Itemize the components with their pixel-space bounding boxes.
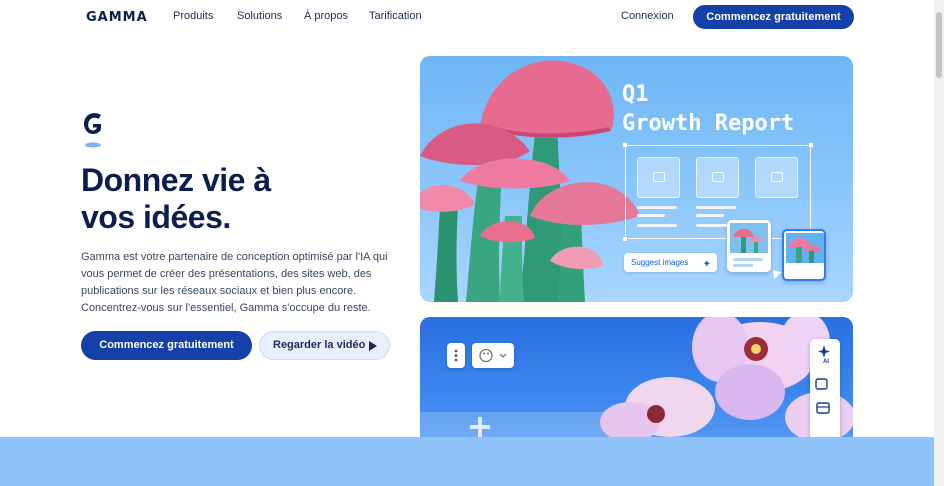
theme-palette-dropdown[interactable]	[472, 343, 514, 368]
suggested-image-thumb-selected[interactable]	[782, 229, 826, 281]
image-placeholder	[637, 157, 680, 198]
showcase-card-growth-report: Q1 Growth Report Suggest images ✦	[420, 56, 853, 302]
text-line	[637, 214, 665, 217]
orchid-illustration	[420, 317, 853, 447]
growth-report-title-line1: Q1	[622, 82, 649, 107]
text-line	[637, 206, 677, 209]
side-toolbar-icons	[815, 345, 830, 414]
bottom-band	[0, 437, 934, 486]
site-header: GAMMA Produits Solutions À propos Tarifi…	[0, 0, 944, 34]
nav-tarification[interactable]: Tarification	[369, 10, 422, 22]
image-placeholder	[755, 157, 798, 198]
image-icon	[653, 172, 665, 182]
ai-badge: AI	[823, 359, 829, 365]
suggested-image-thumb[interactable]	[727, 220, 771, 272]
hero-title-line2: vos idées.	[81, 199, 231, 235]
gamma-g-icon	[83, 113, 101, 148]
scrollbar-thumb[interactable]	[936, 12, 942, 78]
login-link[interactable]: Connexion	[621, 10, 674, 22]
editor-side-toolbar: AI	[810, 339, 840, 447]
image-icon	[712, 172, 724, 182]
watch-video-label: Regarder la vidéo	[273, 339, 366, 351]
hero-description: Gamma est votre partenaire de conception…	[81, 251, 388, 314]
resize-handle[interactable]	[622, 142, 628, 148]
gamma-logo[interactable]: GAMMA	[86, 10, 148, 25]
image-icon	[771, 172, 783, 182]
suggest-images-button[interactable]: Suggest images ✦	[624, 253, 717, 272]
image-placeholder	[696, 157, 739, 198]
nav-solutions[interactable]: Solutions	[237, 10, 282, 22]
play-icon	[369, 341, 377, 351]
growth-report-title: Q1 Growth Report	[622, 80, 794, 138]
hero-title: Donnez vie à vos idées.	[81, 162, 381, 236]
nav-produits[interactable]: Produits	[173, 10, 213, 22]
text-line	[696, 214, 724, 217]
hero-cta-button[interactable]: Commencez gratuitement	[81, 331, 252, 360]
hero-title-line1: Donnez vie à	[81, 162, 271, 198]
watch-video-button[interactable]: Regarder la vidéo	[259, 331, 390, 360]
resize-handle[interactable]	[622, 236, 628, 242]
resize-handle[interactable]	[808, 142, 814, 148]
suggest-images-label: Suggest images	[631, 258, 689, 267]
header-cta-button[interactable]: Commencez gratuitement	[693, 5, 854, 29]
sparkle-icon: ✦	[702, 259, 711, 270]
showcase-card-orchids: AI	[420, 317, 853, 447]
kebab-menu-icon	[454, 349, 458, 362]
thumb-mushroom-image	[786, 233, 824, 263]
palette-icon	[479, 348, 507, 363]
thumb-mushroom-image	[730, 223, 768, 267]
growth-report-title-line2: Growth Report	[622, 111, 795, 136]
more-options-button[interactable]	[447, 343, 465, 368]
nav-a-propos[interactable]: À propos	[304, 10, 348, 22]
text-line	[696, 206, 736, 209]
text-line	[637, 224, 677, 227]
